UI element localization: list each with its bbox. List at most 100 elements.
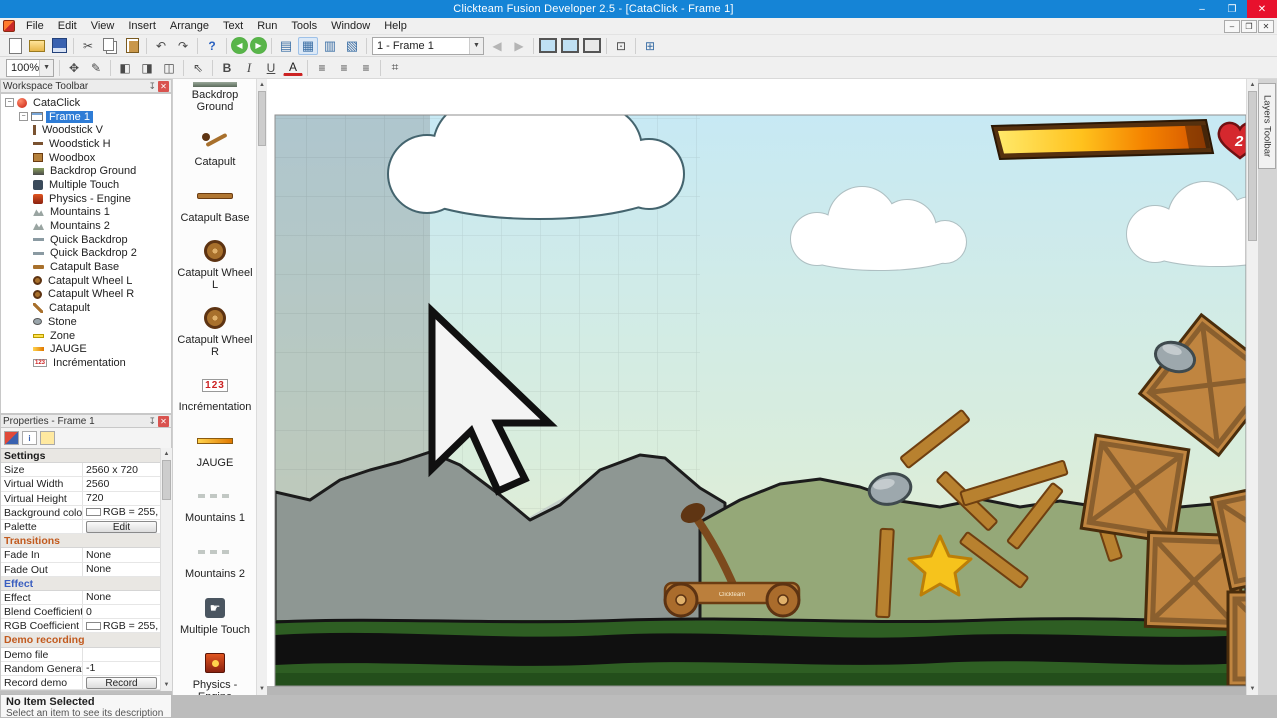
text-color-button[interactable]: A (283, 60, 303, 76)
maximize-button[interactable]: ❐ (1217, 0, 1247, 18)
tree-item-woodstick-v[interactable]: Woodstick V (1, 123, 171, 137)
properties-tab-comments[interactable] (40, 431, 55, 445)
library-scrollbar[interactable]: ▲ ▼ (256, 79, 267, 695)
scrollbar-thumb[interactable] (258, 91, 266, 146)
menu-insert[interactable]: Insert (121, 18, 163, 35)
menu-help[interactable]: Help (377, 18, 414, 35)
library-item-physics-engine[interactable]: Physics - Engine (173, 649, 257, 695)
menu-arrange[interactable]: Arrange (163, 18, 216, 35)
chevron-down-icon[interactable]: ▼ (39, 59, 53, 76)
properties-pane-icon[interactable]: ◨ (137, 59, 157, 77)
property-value[interactable]: -1 (83, 662, 160, 675)
forward-icon[interactable]: ▶ (250, 37, 267, 54)
menu-view[interactable]: View (84, 18, 122, 35)
game-scene[interactable]: Clickteam 2 (275, 89, 1246, 686)
layers-toolbar-tab[interactable]: Layers Toolbar (1258, 83, 1276, 169)
redo-icon[interactable]: ↷ (173, 37, 193, 55)
zoom-region-icon[interactable]: ⌗ (385, 59, 405, 77)
event-list-editor-icon[interactable]: ▧ (342, 37, 362, 55)
library-item-catapult-wheel-r[interactable]: Catapult Wheel R (173, 304, 257, 358)
event-editor-icon[interactable]: ▥ (320, 37, 340, 55)
cut-icon[interactable]: ✂ (78, 37, 98, 55)
mdi-close-button[interactable]: ✕ (1258, 19, 1274, 33)
property-value[interactable]: RGB = 255, 255, (83, 619, 160, 632)
edit-button[interactable]: Edit (86, 520, 157, 533)
storyboard-editor-icon[interactable]: ▤ (276, 37, 296, 55)
tree-item-multiple-touch[interactable]: Multiple Touch (1, 178, 171, 192)
scroll-up-icon[interactable]: ▲ (1247, 79, 1258, 91)
properties-tab-settings[interactable] (4, 431, 19, 445)
workspace-close-icon[interactable]: ✕ (158, 80, 169, 92)
run-frame-icon[interactable] (560, 37, 580, 55)
expand-collapse-icon[interactable]: − (5, 98, 14, 108)
help-icon[interactable]: ? (202, 37, 222, 55)
tree-item-catapult-wheel-l[interactable]: Catapult Wheel L (1, 274, 171, 288)
properties-tab-about[interactable]: i (22, 431, 37, 445)
stop-icon[interactable] (582, 37, 602, 55)
bold-button[interactable]: B (217, 59, 237, 77)
library-pane-icon[interactable]: ◫ (159, 59, 179, 77)
scroll-up-icon[interactable]: ▲ (257, 79, 267, 91)
property-value[interactable]: RGB = 255, 255, (83, 506, 160, 519)
scroll-down-icon[interactable]: ▼ (1247, 683, 1258, 695)
property-value[interactable]: 720 (83, 492, 160, 505)
run-application-icon[interactable] (538, 37, 558, 55)
property-value[interactable] (83, 648, 160, 661)
properties-scrollbar[interactable]: ▲ ▼ (160, 448, 172, 691)
tree-item-jauge[interactable]: JAUGE (1, 342, 171, 356)
chevron-down-icon[interactable]: ▼ (469, 37, 483, 54)
properties-close-icon[interactable]: ✕ (158, 415, 169, 427)
ground-backdrop[interactable] (275, 617, 1246, 686)
library-item-mountains-2[interactable]: Mountains 2 (173, 538, 257, 581)
library-item-multiple-touch[interactable]: ☛ Multiple Touch (173, 594, 257, 637)
frame-editor-icon[interactable]: ▦ (298, 36, 318, 55)
tree-item-stone[interactable]: Stone (1, 315, 171, 329)
align-center-button[interactable]: ≡ (334, 59, 354, 77)
open-icon[interactable] (27, 37, 47, 55)
tree-item-woodstick-h[interactable]: Woodstick H (1, 137, 171, 151)
tree-item-woodbox[interactable]: Woodbox (1, 151, 171, 165)
new-icon[interactable] (5, 37, 25, 55)
fullscreen-icon[interactable]: ⊡ (611, 37, 631, 55)
tree-item-cataclick[interactable]: − CataClick (1, 96, 171, 110)
health-gauge[interactable] (990, 118, 1215, 161)
tree-item-quick-backdrop[interactable]: Quick Backdrop (1, 233, 171, 247)
paste-icon[interactable] (122, 37, 142, 55)
scroll-down-icon[interactable]: ▼ (257, 683, 267, 695)
color-swatch[interactable] (86, 508, 101, 517)
property-value[interactable]: None (83, 563, 160, 576)
frame-editor-canvas[interactable]: Clickteam 2 (267, 79, 1247, 695)
workspace-pane-icon[interactable]: ◧ (115, 59, 135, 77)
property-value[interactable]: 0 (83, 605, 160, 618)
zoom-selector[interactable]: 100% ▼ (6, 58, 54, 77)
tree-item-frame-1[interactable]: − Frame 1 (1, 110, 171, 124)
library-item-backdrop-ground[interactable]: Backdrop Ground (173, 79, 257, 113)
tree-item-quick-backdrop-2[interactable]: Quick Backdrop 2 (1, 247, 171, 261)
record-button[interactable]: Record (86, 676, 157, 689)
menu-window[interactable]: Window (324, 18, 377, 35)
property-value[interactable]: Record (83, 676, 160, 689)
library-item-mountains-1[interactable]: Mountains 1 (173, 482, 257, 525)
italic-button[interactable]: I (239, 59, 259, 77)
underline-button[interactable]: U (261, 59, 281, 77)
property-value[interactable]: 2560 (83, 477, 160, 490)
grab-icon[interactable]: ✥ (64, 59, 84, 77)
property-value[interactable]: Edit (83, 520, 160, 533)
copy-icon[interactable] (100, 37, 120, 55)
next-frame-button[interactable]: ▶ (509, 37, 529, 55)
tree-item-physics-engine[interactable]: Physics - Engine (1, 192, 171, 206)
tree-item-mountains-1[interactable]: Mountains 1 (1, 206, 171, 220)
back-icon[interactable]: ◀ (231, 37, 248, 54)
ink-icon[interactable]: ✎ (86, 59, 106, 77)
minimize-button[interactable]: – (1187, 0, 1217, 18)
menu-tools[interactable]: Tools (284, 18, 324, 35)
align-left-button[interactable]: ≡ (312, 59, 332, 77)
frame-selector[interactable]: 1 - Frame 1 ▼ (372, 36, 484, 55)
undo-icon[interactable]: ↶ (151, 37, 171, 55)
color-swatch[interactable] (86, 621, 101, 630)
menu-run[interactable]: Run (250, 18, 284, 35)
library-item-catapult-wheel-l[interactable]: Catapult Wheel L (173, 237, 257, 291)
library-item-incr-mentation[interactable]: 123 Incrémentation (173, 371, 257, 414)
property-value[interactable]: 2560 x 720 (83, 463, 160, 476)
tree-item-backdrop-ground[interactable]: Backdrop Ground (1, 164, 171, 178)
